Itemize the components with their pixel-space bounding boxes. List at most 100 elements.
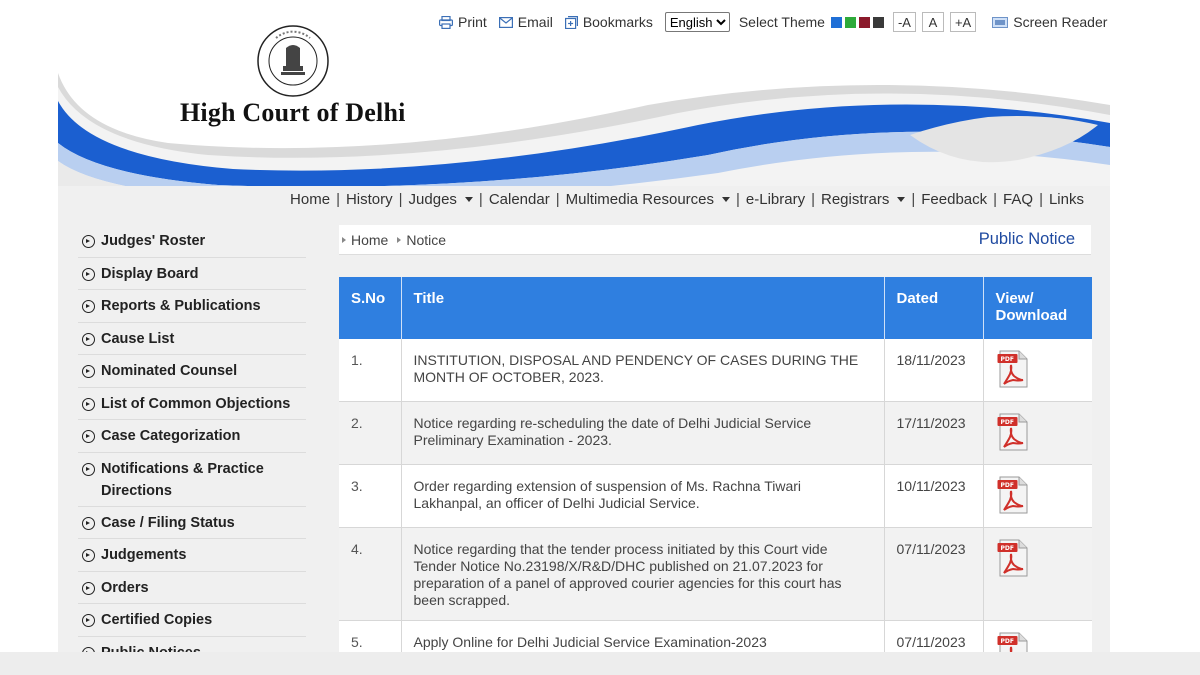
caret-down-icon	[464, 197, 473, 202]
notice-title-link[interactable]: Notice regarding re-scheduling the date …	[414, 415, 812, 448]
nav-item-links[interactable]: Links	[1043, 191, 1084, 208]
theme-swatch-green[interactable]	[844, 16, 856, 28]
pdf-file-icon: PDF	[997, 539, 1027, 576]
font-decrease-button[interactable]: -A	[892, 12, 916, 32]
notice-title-link[interactable]: Notice regarding that the tender process…	[414, 541, 842, 608]
row-title-cell: Notice regarding that the tender process…	[401, 527, 885, 621]
circle-arrow-icon	[82, 430, 95, 443]
pdf-download-link[interactable]: PDF	[997, 413, 1029, 455]
pdf-download-link[interactable]: PDF	[997, 350, 1029, 392]
breadcrumb-label: Home	[351, 231, 389, 248]
sidebar-item-judgements[interactable]: Judgements	[78, 539, 306, 572]
row-view-cell: PDF	[983, 401, 1092, 465]
breadcrumb-notice: Notice	[397, 232, 446, 248]
row-title-cell: Apply Online for Delhi Judicial Service …	[401, 620, 885, 652]
circle-arrow-icon	[82, 517, 95, 530]
row-view-cell: PDF	[983, 464, 1092, 528]
nav-label: Registrars	[821, 191, 890, 208]
theme-swatch-blue[interactable]	[830, 16, 842, 28]
table-header-row: S.No Title Dated View/ Download	[339, 277, 1092, 339]
nav-item-calendar[interactable]: Calendar	[483, 191, 556, 208]
screen-reader-label: Screen Reader	[1013, 14, 1108, 30]
sidebar-item-case-categorization[interactable]: Case Categorization	[78, 420, 306, 453]
sidebar-item-label: Public Notices	[101, 642, 201, 652]
sidebar-item-label: List of Common Objections	[101, 396, 291, 412]
site-title[interactable]: High Court of Delhi	[180, 98, 406, 128]
notice-title-link[interactable]: Apply Online for Delhi Judicial Service …	[414, 634, 767, 650]
nav-label: Multimedia Resources	[565, 191, 714, 208]
column-header-sno: S.No	[339, 277, 402, 339]
screen-reader-button[interactable]: Screen Reader	[992, 14, 1107, 30]
circle-arrow-icon	[82, 365, 95, 378]
printer-icon	[439, 15, 453, 29]
svg-text:PDF: PDF	[1000, 545, 1013, 552]
email-button[interactable]: Email	[498, 14, 553, 30]
caret-down-icon	[897, 197, 906, 202]
sidebar-item-label: Judges' Roster	[101, 233, 206, 249]
sidebar-item-certified-copies[interactable]: Certified Copies	[78, 604, 306, 637]
bottom-strip	[0, 652, 1200, 675]
nav-item-multimedia-resources[interactable]: Multimedia Resources	[560, 191, 736, 208]
font-normal-button[interactable]: A	[921, 12, 944, 32]
pdf-download-link[interactable]: PDF	[997, 476, 1029, 518]
sidebar-item-reports-publications[interactable]: Reports & Publications	[78, 290, 306, 323]
pdf-download-link[interactable]: PDF	[997, 539, 1029, 581]
sidebar-item-judges-roster[interactable]: Judges' Roster	[78, 225, 306, 258]
print-button[interactable]: Print	[439, 14, 487, 30]
notice-title-link[interactable]: Order regarding extension of suspension …	[414, 478, 802, 511]
row-title-cell: Notice regarding re-scheduling the date …	[401, 401, 885, 465]
nav-item-home[interactable]: Home	[284, 191, 336, 208]
sidebar-item-orders[interactable]: Orders	[78, 572, 306, 604]
theme-swatch-dark[interactable]	[872, 16, 884, 28]
sidebar-item-cause-list[interactable]: Cause List	[78, 323, 306, 355]
table-header: S.No Title Dated View/ Download	[339, 277, 1092, 339]
circle-arrow-icon	[82, 333, 95, 346]
row-dated: 07/11/2023	[884, 527, 984, 621]
sidebar-item-case-filing-status[interactable]: Case / Filing Status	[78, 507, 306, 539]
nav-item-registrars[interactable]: Registrars	[815, 191, 911, 208]
sidebar-item-notifications-practice-directions[interactable]: Notifications & Practice Directions	[78, 453, 306, 507]
nav-item-faq[interactable]: FAQ	[997, 191, 1039, 208]
court-emblem	[257, 25, 329, 97]
main-navigation: Home | History | Judges | Calendar | Mul…	[284, 191, 1084, 208]
sidebar-item-common-objections[interactable]: List of Common Objections	[78, 388, 306, 420]
nav-item-e-library[interactable]: e-Library	[740, 191, 811, 208]
print-label: Print	[458, 14, 487, 30]
svg-text:PDF: PDF	[1000, 638, 1013, 645]
envelope-icon	[498, 16, 513, 28]
theme-swatch-maroon[interactable]	[858, 16, 870, 28]
circle-arrow-icon	[82, 398, 95, 411]
breadcrumb: Home Notice Public Notice	[339, 225, 1091, 255]
sidebar-item-label: Case Categorization	[101, 428, 241, 444]
svg-text:PDF: PDF	[1000, 419, 1013, 426]
nav-item-feedback[interactable]: Feedback	[915, 191, 993, 208]
row-dated: 07/11/2023	[884, 620, 984, 652]
sidebar-item-label: Certified Copies	[101, 612, 213, 628]
triangle-bullet-icon	[397, 236, 402, 243]
triangle-bullet-icon	[342, 236, 346, 243]
breadcrumb-home[interactable]: Home	[342, 232, 388, 248]
nav-item-judges[interactable]: Judges	[403, 191, 479, 208]
nav-label: FAQ	[1003, 191, 1034, 208]
utility-toolbar: Print Email Bookmarks English Select The…	[439, 11, 1107, 33]
sidebar-item-public-notices[interactable]: Public Notices	[78, 637, 306, 652]
nav-label: Home	[290, 191, 331, 208]
page-container: Print Email Bookmarks English Select The…	[58, 0, 1110, 652]
language-select[interactable]: English	[664, 12, 730, 32]
bookmarks-button[interactable]: Bookmarks	[564, 14, 653, 30]
pdf-file-icon: PDF	[997, 413, 1027, 450]
font-increase-button[interactable]: +A	[949, 12, 977, 32]
sidebar-item-display-board[interactable]: Display Board	[78, 258, 306, 290]
nav-item-history[interactable]: History	[340, 191, 399, 208]
table-row: 2. Notice regarding re-scheduling the da…	[339, 401, 1092, 465]
email-label: Email	[517, 14, 553, 30]
breadcrumb-label: Notice	[406, 231, 447, 248]
nav-label: Judges	[408, 191, 457, 208]
sidebar-item-label: Case / Filing Status	[101, 515, 235, 531]
pdf-download-link[interactable]: PDF	[997, 632, 1029, 652]
sidebar-item-nominated-counsel[interactable]: Nominated Counsel	[78, 355, 306, 388]
nav-label: Links	[1048, 191, 1084, 208]
column-header-dated: Dated	[884, 277, 984, 339]
row-sno: 1.	[339, 339, 402, 402]
notice-title-link[interactable]: INSTITUTION, DISPOSAL AND PENDENCY OF CA…	[414, 352, 859, 385]
